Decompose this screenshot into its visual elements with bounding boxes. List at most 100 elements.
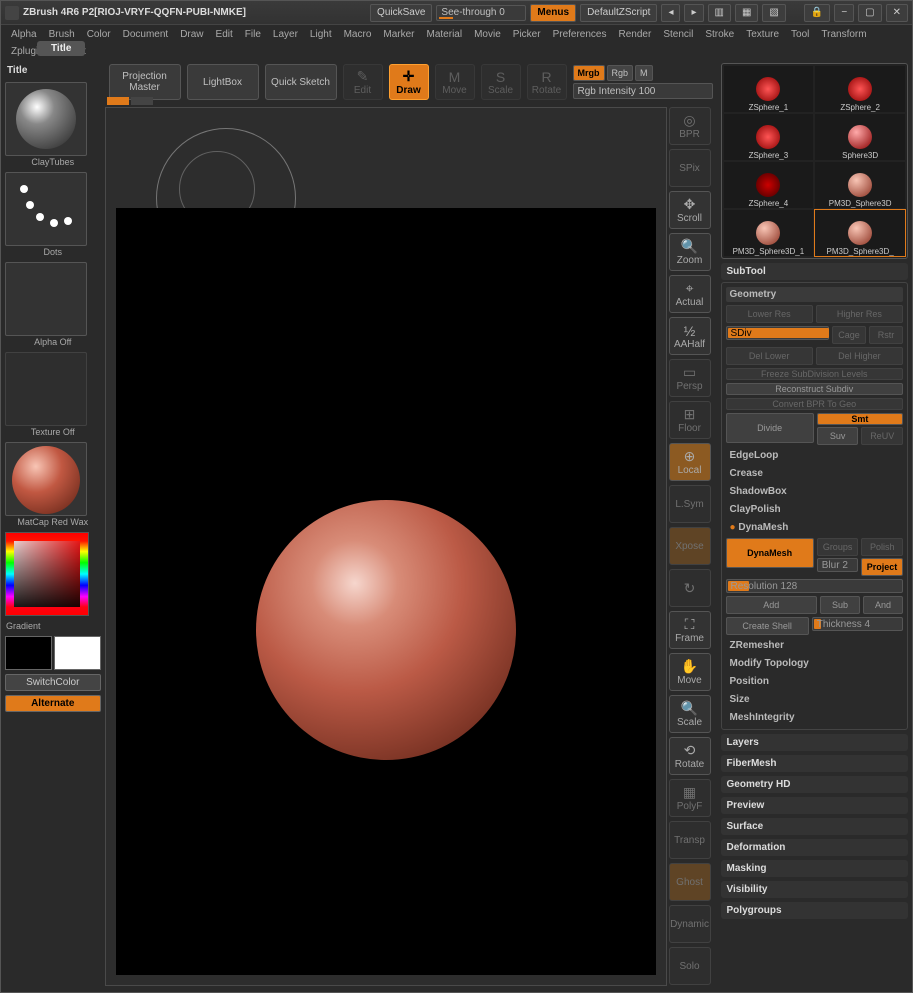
color-picker[interactable] xyxy=(5,532,89,616)
menu-transform[interactable]: Transform xyxy=(815,27,872,42)
sub-button[interactable]: Sub xyxy=(820,596,860,614)
vp-persp[interactable]: ▭Persp xyxy=(669,359,711,397)
vp-dynamic[interactable]: Dynamic xyxy=(669,905,711,943)
preview-header[interactable]: Preview xyxy=(721,797,908,814)
add-button[interactable]: Add xyxy=(726,596,817,614)
menu-picker[interactable]: Picker xyxy=(507,27,547,42)
meshintegrity-header[interactable]: MeshIntegrity xyxy=(726,710,903,725)
del-higher-button[interactable]: Del Higher xyxy=(816,347,903,365)
menu-preferences[interactable]: Preferences xyxy=(547,27,613,42)
menus-toggle[interactable]: Menus xyxy=(530,4,576,22)
menu-alpha[interactable]: Alpha xyxy=(5,27,43,42)
geometryhd-header[interactable]: Geometry HD xyxy=(721,776,908,793)
menu-render[interactable]: Render xyxy=(613,27,658,42)
tool-pm3d-sphere3d[interactable]: PM3D_Sphere3D xyxy=(815,162,905,208)
edit-mode-button[interactable]: ✎Edit xyxy=(343,64,383,100)
vp-xpose[interactable]: Xpose xyxy=(669,527,711,565)
fibermesh-header[interactable]: FiberMesh xyxy=(721,755,908,772)
move-mode-button[interactable]: MMove xyxy=(435,64,475,100)
del-lower-button[interactable]: Del Lower xyxy=(726,347,813,365)
polygroups-header[interactable]: Polygroups xyxy=(721,902,908,919)
m-toggle[interactable]: M xyxy=(635,65,653,81)
modify-topology-header[interactable]: Modify Topology xyxy=(726,656,903,671)
maximize-button[interactable]: ▢ xyxy=(858,4,881,22)
polish-button[interactable]: Polish xyxy=(861,538,903,556)
menu-brush[interactable]: Brush xyxy=(43,27,81,42)
vp-lsym[interactable]: L.Sym xyxy=(669,485,711,523)
sculpt-object[interactable] xyxy=(256,500,516,760)
minimize-button[interactable]: − xyxy=(834,4,854,22)
cage-button[interactable]: Cage xyxy=(832,326,866,344)
draw-mode-button[interactable]: ✛Draw xyxy=(389,64,429,100)
tool-pm3d-sphere3d-2[interactable]: PM3D_Sphere3D_ xyxy=(815,210,905,256)
menu-stroke[interactable]: Stroke xyxy=(699,27,740,42)
vp-rotate[interactable]: ⟲Rotate xyxy=(669,737,711,775)
viewport-canvas[interactable] xyxy=(105,107,667,986)
vp-polyf[interactable]: ▦PolyF xyxy=(669,779,711,817)
switchcolor-button[interactable]: SwitchColor xyxy=(5,674,101,691)
higher-res-button[interactable]: Higher Res xyxy=(816,305,903,323)
mrgb-toggle[interactable]: Mrgb xyxy=(573,65,605,81)
doc-tab-2[interactable] xyxy=(131,97,153,105)
smt-button[interactable]: Smt xyxy=(817,413,903,425)
menu-tool[interactable]: Tool xyxy=(785,27,815,42)
create-shell-button[interactable]: Create Shell xyxy=(726,617,809,635)
and-button[interactable]: And xyxy=(863,596,903,614)
crease-header[interactable]: Crease xyxy=(726,466,903,481)
menu-movie[interactable]: Movie xyxy=(468,27,507,42)
layout-a-icon[interactable]: ▥ xyxy=(708,4,731,22)
nav-prev-icon[interactable]: ◂ xyxy=(661,4,680,22)
alternate-button[interactable]: Alternate xyxy=(5,695,101,712)
menu-light[interactable]: Light xyxy=(304,27,338,42)
scale-mode-button[interactable]: SScale xyxy=(481,64,521,100)
vp-transp[interactable]: Transp xyxy=(669,821,711,859)
rstr-button[interactable]: Rstr xyxy=(869,326,903,344)
tool-pm3d-sphere3d-1[interactable]: PM3D_Sphere3D_1 xyxy=(724,210,814,256)
swatch-white[interactable] xyxy=(54,636,101,670)
convert-bpr-button[interactable]: Convert BPR To Geo xyxy=(726,398,903,410)
reuv-button[interactable]: ReUV xyxy=(861,427,903,445)
vp-frame[interactable]: ⛶Frame xyxy=(669,611,711,649)
vp-local[interactable]: ⊕Local xyxy=(669,443,711,481)
material-thumb[interactable] xyxy=(5,442,87,516)
close-button[interactable]: ✕ xyxy=(886,4,908,22)
blur-slider[interactable]: Blur 2 xyxy=(817,558,858,572)
resolution-slider[interactable]: Resolution 128 xyxy=(726,579,903,593)
menu-color[interactable]: Color xyxy=(81,27,117,42)
project-button[interactable]: Project xyxy=(861,558,903,576)
vp-aahalf[interactable]: ½AAHalf xyxy=(669,317,711,355)
vp-scale[interactable]: 🔍Scale xyxy=(669,695,711,733)
dynamesh-header[interactable]: DynaMesh xyxy=(726,520,903,535)
rgb-intensity-slider[interactable]: Rgb Intensity 100 xyxy=(573,83,713,99)
vp-blank[interactable]: ↻ xyxy=(669,569,711,607)
menu-marker[interactable]: Marker xyxy=(377,27,420,42)
tool-sphere3d[interactable]: Sphere3D xyxy=(815,114,905,160)
quicksave-button[interactable]: QuickSave xyxy=(370,4,432,22)
menu-macro[interactable]: Macro xyxy=(338,27,378,42)
gradient-label[interactable]: Gradient xyxy=(5,620,101,632)
lock-icon[interactable]: 🔒 xyxy=(804,4,830,22)
vp-move[interactable]: ✋Move xyxy=(669,653,711,691)
layout-b-icon[interactable]: ▦ xyxy=(735,4,758,22)
vp-spix[interactable]: SPix xyxy=(669,149,711,187)
rotate-mode-button[interactable]: RRotate xyxy=(527,64,567,100)
swatch-black[interactable] xyxy=(5,636,52,670)
nav-next-icon[interactable]: ▸ xyxy=(684,4,703,22)
menu-edit[interactable]: Edit xyxy=(210,27,239,42)
zremesher-header[interactable]: ZRemesher xyxy=(726,638,903,653)
thickness-slider[interactable]: Thickness 4 xyxy=(812,617,903,631)
stroke-thumb[interactable] xyxy=(5,172,87,246)
menu-file[interactable]: File xyxy=(239,27,267,42)
suv-button[interactable]: Suv xyxy=(817,427,859,445)
projection-master-button[interactable]: Projection Master xyxy=(109,64,181,100)
tool-zsphere3[interactable]: ZSphere_3 xyxy=(724,114,814,160)
tool-zsphere4[interactable]: ZSphere_4 xyxy=(724,162,814,208)
rgb-toggle[interactable]: Rgb xyxy=(607,65,634,81)
size-header[interactable]: Size xyxy=(726,692,903,707)
claypolish-header[interactable]: ClayPolish xyxy=(726,502,903,517)
edgeloop-header[interactable]: EdgeLoop xyxy=(726,448,903,463)
menu-material[interactable]: Material xyxy=(421,27,469,42)
visibility-header[interactable]: Visibility xyxy=(721,881,908,898)
layers-header[interactable]: Layers xyxy=(721,734,908,751)
brush-thumb[interactable] xyxy=(5,82,87,156)
